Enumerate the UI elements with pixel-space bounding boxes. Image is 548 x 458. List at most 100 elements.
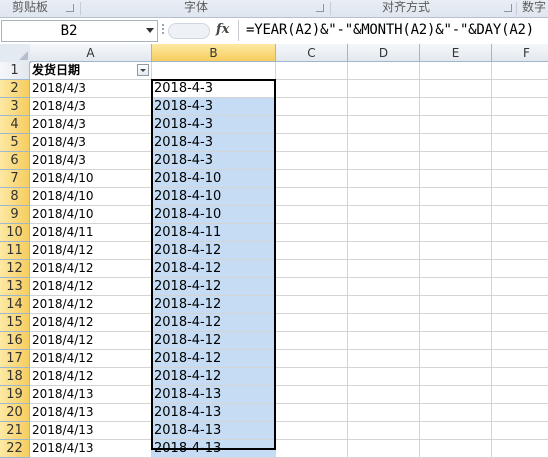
cell-a1[interactable]: 发货日期 <box>30 62 152 80</box>
cell-d3[interactable] <box>348 98 420 116</box>
filter-dropdown-icon[interactable] <box>137 64 149 76</box>
cell-e11[interactable] <box>420 242 492 260</box>
cell-c9[interactable] <box>276 206 348 224</box>
cell-a7[interactable]: 2018/4/10 <box>30 170 152 188</box>
cell-d19[interactable] <box>348 386 420 404</box>
row-header[interactable]: 6 <box>0 152 30 170</box>
cell-f22[interactable] <box>492 440 548 458</box>
cell-d4[interactable] <box>348 116 420 134</box>
cell-a17[interactable]: 2018/4/12 <box>30 350 152 368</box>
cell-e1[interactable] <box>420 62 492 80</box>
row-header[interactable]: 4 <box>0 116 30 134</box>
cell-c14[interactable] <box>276 296 348 314</box>
row-header[interactable]: 3 <box>0 98 30 116</box>
cell-f3[interactable] <box>492 98 548 116</box>
cell-c1[interactable] <box>276 62 348 80</box>
column-header-f[interactable]: F <box>492 44 548 62</box>
cell-f16[interactable] <box>492 332 548 350</box>
row-header[interactable]: 16 <box>0 332 30 350</box>
cell-a5[interactable]: 2018/4/3 <box>30 134 152 152</box>
row-header[interactable]: 9 <box>0 206 30 224</box>
cell-a15[interactable]: 2018/4/12 <box>30 314 152 332</box>
column-header-e[interactable]: E <box>420 44 492 62</box>
cell-d8[interactable] <box>348 188 420 206</box>
cell-d15[interactable] <box>348 314 420 332</box>
cell-c11[interactable] <box>276 242 348 260</box>
cell-a8[interactable]: 2018/4/10 <box>30 188 152 206</box>
formula-edit-pill[interactable] <box>168 23 210 39</box>
cell-d20[interactable] <box>348 404 420 422</box>
cell-d16[interactable] <box>348 332 420 350</box>
cell-a18[interactable]: 2018/4/12 <box>30 368 152 386</box>
cell-e2[interactable] <box>420 80 492 98</box>
cell-d9[interactable] <box>348 206 420 224</box>
cell-e3[interactable] <box>420 98 492 116</box>
cell-c4[interactable] <box>276 116 348 134</box>
cell-f21[interactable] <box>492 422 548 440</box>
cell-c6[interactable] <box>276 152 348 170</box>
cell-c21[interactable] <box>276 422 348 440</box>
cell-f17[interactable] <box>492 350 548 368</box>
cell-b7[interactable]: 2018-4-10 <box>152 170 276 188</box>
alignment-launcher-icon[interactable] <box>504 4 512 12</box>
cell-c20[interactable] <box>276 404 348 422</box>
cell-e18[interactable] <box>420 368 492 386</box>
cell-d12[interactable] <box>348 260 420 278</box>
cell-f14[interactable] <box>492 296 548 314</box>
cell-c22[interactable] <box>276 440 348 458</box>
cell-a14[interactable]: 2018/4/12 <box>30 296 152 314</box>
cell-c10[interactable] <box>276 224 348 242</box>
cell-f20[interactable] <box>492 404 548 422</box>
formula-input[interactable]: =YEAR(A2)&"-"&MONTH(A2)&"-"&DAY(A2) <box>238 20 548 41</box>
cell-d14[interactable] <box>348 296 420 314</box>
row-header[interactable]: 12 <box>0 260 30 278</box>
cell-b1[interactable] <box>152 62 276 80</box>
cell-b11[interactable]: 2018-4-12 <box>152 242 276 260</box>
row-header[interactable]: 11 <box>0 242 30 260</box>
cell-a11[interactable]: 2018/4/12 <box>30 242 152 260</box>
cell-b13[interactable]: 2018-4-12 <box>152 278 276 296</box>
font-launcher-icon[interactable] <box>316 4 324 12</box>
cell-d18[interactable] <box>348 368 420 386</box>
cell-e19[interactable] <box>420 386 492 404</box>
cell-c7[interactable] <box>276 170 348 188</box>
cell-f12[interactable] <box>492 260 548 278</box>
cell-e16[interactable] <box>420 332 492 350</box>
row-header[interactable]: 5 <box>0 134 30 152</box>
cell-f1[interactable] <box>492 62 548 80</box>
column-header-d[interactable]: D <box>348 44 420 62</box>
cell-e12[interactable] <box>420 260 492 278</box>
cell-c16[interactable] <box>276 332 348 350</box>
cell-b10[interactable]: 2018-4-11 <box>152 224 276 242</box>
cell-d6[interactable] <box>348 152 420 170</box>
cell-d5[interactable] <box>348 134 420 152</box>
cell-e15[interactable] <box>420 314 492 332</box>
insert-function-icon[interactable]: fx <box>216 22 229 37</box>
cell-b16[interactable]: 2018-4-12 <box>152 332 276 350</box>
cell-f6[interactable] <box>492 152 548 170</box>
cell-c3[interactable] <box>276 98 348 116</box>
cell-c15[interactable] <box>276 314 348 332</box>
row-header[interactable]: 15 <box>0 314 30 332</box>
cell-f4[interactable] <box>492 116 548 134</box>
resize-grip-icon[interactable] <box>160 22 166 40</box>
cell-e20[interactable] <box>420 404 492 422</box>
cell-e10[interactable] <box>420 224 492 242</box>
cell-f7[interactable] <box>492 170 548 188</box>
row-header[interactable]: 10 <box>0 224 30 242</box>
cell-e21[interactable] <box>420 422 492 440</box>
cell-e6[interactable] <box>420 152 492 170</box>
cell-c18[interactable] <box>276 368 348 386</box>
column-header-a[interactable]: A <box>30 44 152 62</box>
row-header[interactable]: 8 <box>0 188 30 206</box>
cell-e8[interactable] <box>420 188 492 206</box>
cell-b3[interactable]: 2018-4-3 <box>152 98 276 116</box>
row-header[interactable]: 20 <box>0 404 30 422</box>
row-header[interactable]: 19 <box>0 386 30 404</box>
cell-b21[interactable]: 2018-4-13 <box>152 422 276 440</box>
cell-b17[interactable]: 2018-4-12 <box>152 350 276 368</box>
cell-a16[interactable]: 2018/4/12 <box>30 332 152 350</box>
cell-a22[interactable]: 2018/4/13 <box>30 440 152 458</box>
cell-b14[interactable]: 2018-4-12 <box>152 296 276 314</box>
cell-c8[interactable] <box>276 188 348 206</box>
